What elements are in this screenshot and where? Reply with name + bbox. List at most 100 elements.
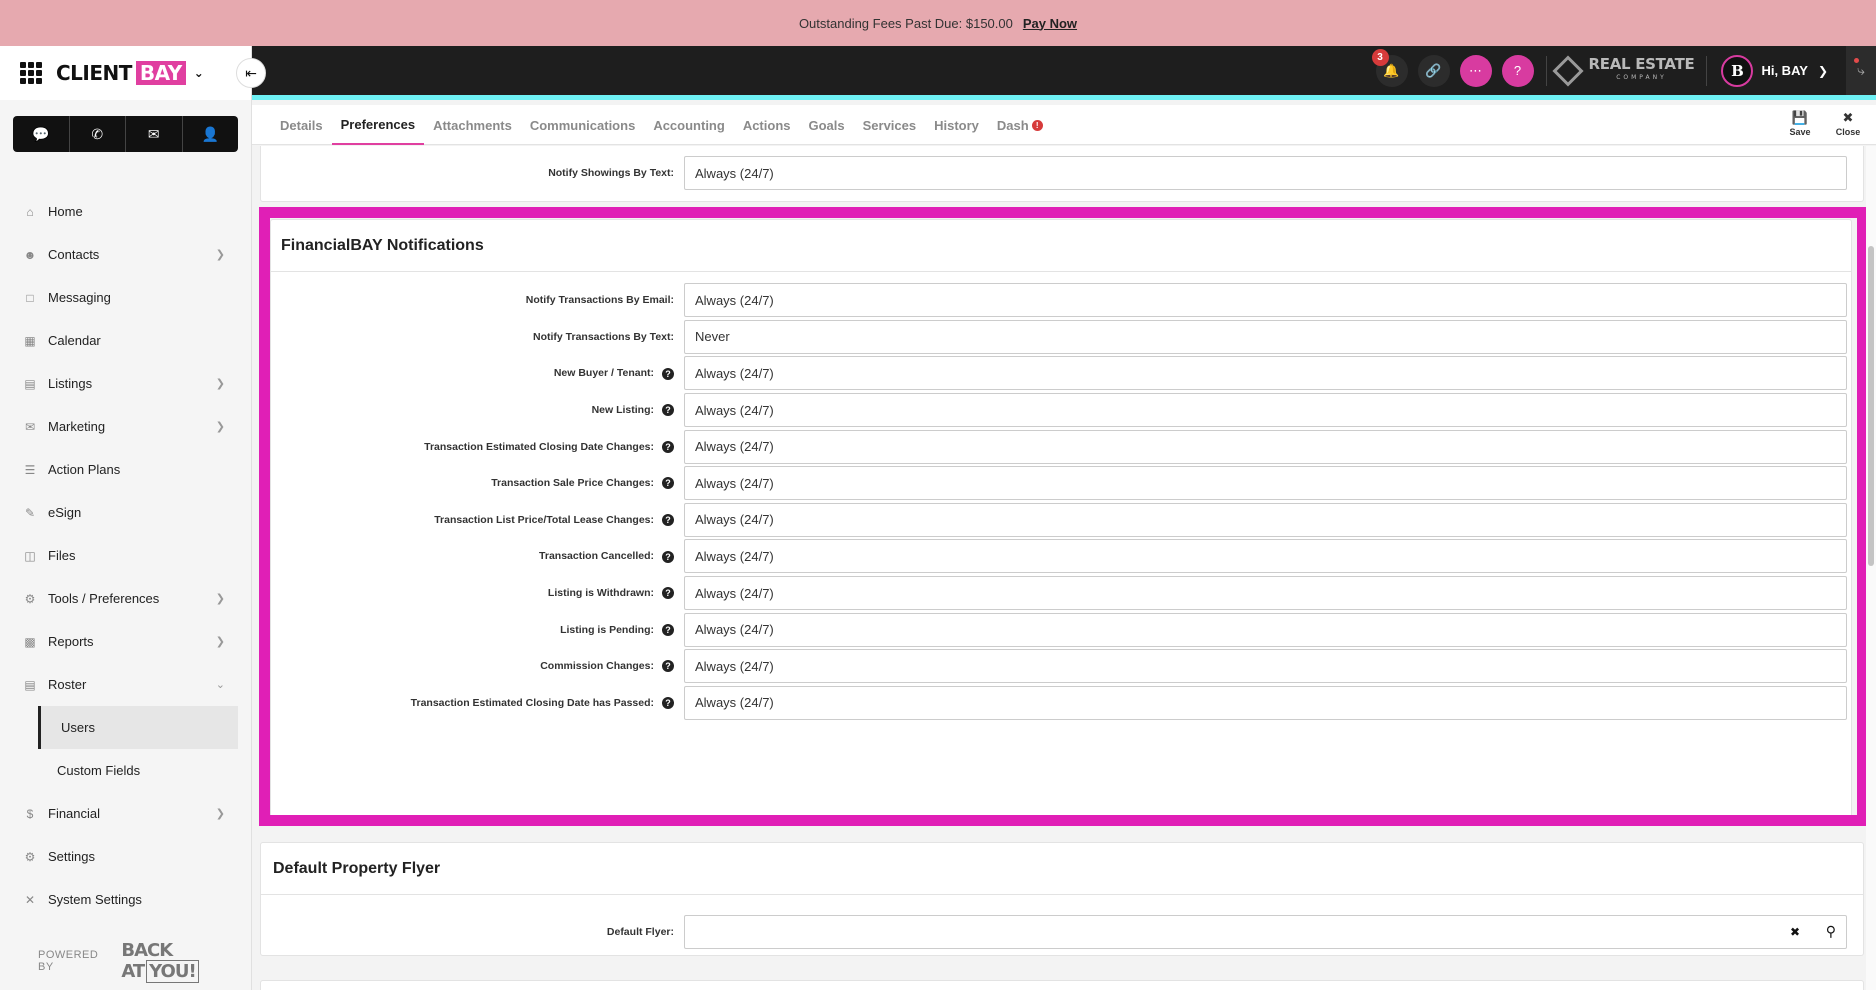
notifications-bell-icon[interactable]: 🔔 3: [1371, 48, 1408, 87]
tab-actions[interactable]: Actions: [734, 105, 800, 145]
sidebar-item-listings[interactable]: ▤ Listings ❯: [0, 362, 251, 405]
settings-icon: ⚙: [24, 849, 36, 864]
notification-select[interactable]: Never: [684, 319, 1847, 354]
tab-goals[interactable]: Goals: [799, 105, 853, 145]
tab-label: Accounting: [653, 117, 725, 133]
clientbay-logo[interactable]: CLIENT BAY ⌄: [56, 61, 204, 85]
notification-select[interactable]: Always (24/7): [684, 466, 1847, 501]
help-icon[interactable]: ?: [662, 477, 674, 490]
sidebar-item-action-plans[interactable]: ☰ Action Plans: [0, 448, 251, 491]
sidebar-item-files[interactable]: ◫ Files: [0, 534, 251, 577]
notification-row: Transaction Estimated Closing Date Chang…: [271, 428, 1851, 465]
add-contact-icon[interactable]: 👤: [183, 116, 239, 152]
record-tabs-bar: Details Preferences Attachments Communicati…: [252, 105, 1876, 145]
sidebar-item-system-settings[interactable]: ✕ System Settings: [0, 878, 251, 921]
sidebar-item-label: Settings: [48, 849, 95, 864]
real-estate-company-logo: REAL ESTATE COMPANY: [1551, 54, 1695, 87]
notification-select[interactable]: Always (24/7): [684, 283, 1847, 318]
clear-icon[interactable]: ✖: [1790, 925, 1800, 939]
sidebar-item-label: Reports: [48, 634, 94, 649]
tab-history[interactable]: History: [925, 105, 988, 145]
help-icon[interactable]: ?: [662, 367, 674, 380]
help-icon[interactable]: ?: [662, 587, 674, 600]
pay-now-link[interactable]: Pay Now: [1023, 16, 1077, 31]
collapse-sidebar-icon[interactable]: ⇤: [236, 58, 266, 88]
help-icon[interactable]: ?: [662, 696, 674, 709]
sidebar-subitem-custom-fields[interactable]: Custom Fields: [0, 749, 251, 792]
chat-bubble-icon[interactable]: ⋯: [1459, 54, 1492, 87]
sidebar-item-messaging[interactable]: □ Messaging: [0, 276, 251, 319]
chevron-right-icon: ❯: [215, 249, 225, 261]
tab-services[interactable]: Services: [854, 105, 926, 145]
help-icon[interactable]: ?: [662, 404, 674, 417]
email-icon[interactable]: ✉: [126, 116, 183, 152]
page-scrollbar[interactable]: [1866, 146, 1876, 990]
tools-icon: ⚙: [24, 591, 36, 606]
chevron-down-icon[interactable]: ⌄: [194, 66, 204, 80]
sidebar-item-label: Home: [48, 204, 83, 219]
field-label: Listing is Withdrawn:?: [271, 587, 684, 600]
tab-accounting[interactable]: Accounting: [644, 105, 734, 145]
chat-icon[interactable]: 💬: [13, 116, 70, 152]
field-label: Notify Transactions By Email:: [525, 294, 674, 307]
notification-select[interactable]: Always (24/7): [684, 649, 1847, 684]
notification-row: Notify Transactions By Text: Never: [271, 319, 1851, 356]
save-button[interactable]: 💾 Save: [1776, 111, 1824, 138]
notification-select[interactable]: Always (24/7): [684, 576, 1847, 611]
notification-select[interactable]: Always (24/7): [684, 539, 1847, 574]
tab-label: Attachments: [433, 117, 512, 133]
help-icon[interactable]: ?: [1501, 54, 1534, 87]
default-flyer-input[interactable]: ✖ ⚲: [684, 915, 1847, 949]
contacts-icon: ☻: [23, 247, 37, 262]
notification-row: Listing is Pending:? Always (24/7): [271, 611, 1851, 648]
help-icon[interactable]: ?: [662, 513, 674, 526]
search-icon[interactable]: ⚲: [1826, 923, 1836, 940]
scrollbar-thumb[interactable]: [1868, 246, 1874, 566]
notification-select[interactable]: Always (24/7): [684, 429, 1847, 464]
sidebar-item-esign[interactable]: ✎ eSign: [0, 491, 251, 534]
tab-dash[interactable]: Dash!: [988, 105, 1052, 145]
help-icon[interactable]: ?: [662, 440, 674, 453]
close-icon: ✖: [1842, 110, 1854, 125]
sidebar-item-label: Action Plans: [48, 462, 121, 477]
text-notify-panel: Notify Showings By Text: Always (24/7): [260, 146, 1864, 202]
tab-preferences[interactable]: Preferences: [331, 105, 425, 145]
help-icon[interactable]: ?: [662, 623, 674, 636]
sidebar-item-home[interactable]: ⌂ Home: [0, 190, 251, 233]
sidebar-item-calendar[interactable]: ▦ Calendar: [0, 319, 251, 362]
notification-select[interactable]: Always (24/7): [684, 393, 1847, 428]
notification-row: Transaction Estimated Closing Date has P…: [271, 685, 1851, 722]
sidebar-subitem-users[interactable]: Users: [38, 706, 238, 749]
sidebar-item-label: eSign: [48, 505, 82, 520]
brand-client: CLIENT: [56, 61, 132, 85]
sidebar-item-label: Contacts: [48, 247, 100, 262]
sidebar-item-marketing[interactable]: ✉ Marketing ❯: [0, 405, 251, 448]
notification-select[interactable]: Always (24/7): [684, 685, 1847, 720]
tab-label: Preferences: [340, 116, 416, 132]
bolt-icon[interactable]: ⤷: [1846, 46, 1876, 95]
tab-details[interactable]: Details: [271, 105, 332, 145]
phone-icon[interactable]: ✆: [70, 116, 126, 152]
sidebar-item-financial[interactable]: $ Financial ❯: [0, 792, 251, 835]
notification-select[interactable]: Always (24/7): [684, 612, 1847, 647]
link-icon[interactable]: 🔗: [1417, 54, 1450, 87]
notify-showings-text-select[interactable]: Always (24/7): [684, 156, 1847, 190]
sidebar-item-contacts[interactable]: ☻ Contacts ❯: [0, 233, 251, 276]
app-grid-icon[interactable]: [20, 62, 42, 84]
sidebar-item-reports[interactable]: ▩ Reports ❯: [0, 620, 251, 663]
notification-select[interactable]: Always (24/7): [684, 502, 1847, 537]
field-label: New Buyer / Tenant:?: [271, 367, 684, 380]
help-icon[interactable]: ?: [662, 550, 674, 563]
sidebar-item-tools-preferences[interactable]: ⚙ Tools / Preferences ❯: [0, 577, 251, 620]
backatyou-logo: BACK AT YOU!: [121, 940, 251, 983]
close-button[interactable]: ✖ Close: [1824, 110, 1872, 138]
field-label: New Listing:?: [271, 404, 684, 417]
user-menu[interactable]: B Hi, BAY ❯: [1721, 54, 1828, 87]
sidebar-item-roster[interactable]: ▤ Roster ⌄: [0, 663, 251, 706]
sidebar-item-settings[interactable]: ⚙ Settings: [0, 835, 251, 878]
help-icon[interactable]: ?: [662, 660, 674, 673]
field-label: Transaction Estimated Closing Date Chang…: [271, 441, 684, 453]
notification-select[interactable]: Always (24/7): [684, 356, 1847, 391]
tab-attachments[interactable]: Attachments: [424, 105, 521, 145]
tab-communications[interactable]: Communications: [521, 105, 644, 145]
